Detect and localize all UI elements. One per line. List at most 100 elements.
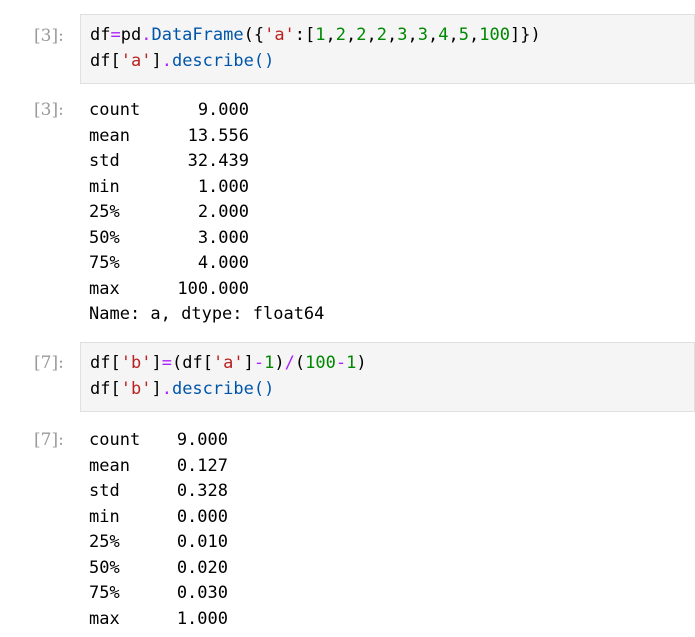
stat-label: mean bbox=[89, 455, 130, 476]
stat-row: 50% 3.000 bbox=[89, 226, 249, 252]
stat-row: 25% 0.010 bbox=[89, 530, 228, 556]
stat-row: min 0.000 bbox=[89, 505, 228, 531]
code-token: . bbox=[141, 25, 152, 45]
stat-row: mean 0.127 bbox=[89, 454, 228, 480]
code-token: ] bbox=[151, 353, 162, 373]
code-token: df bbox=[90, 379, 111, 399]
code-token: ({ bbox=[243, 25, 265, 45]
stat-row: min 1.000 bbox=[89, 175, 249, 201]
code-token: [ bbox=[110, 353, 121, 373]
code-token: . bbox=[161, 51, 172, 71]
code-input-area[interactable]: df=pd.DataFrame({'a':[1,2,2,2,3,3,4,5,10… bbox=[80, 14, 695, 84]
code-token: ] bbox=[151, 51, 162, 71]
code-token: df bbox=[90, 25, 111, 45]
stat-label: 25% bbox=[89, 532, 120, 552]
code-line: df['a'].describe() bbox=[90, 49, 274, 74]
code-token: - bbox=[253, 353, 265, 373]
code-token: () bbox=[253, 51, 275, 71]
code-token: 1 bbox=[315, 25, 326, 45]
code-token: 1 bbox=[346, 353, 357, 373]
stat-label: 50% bbox=[89, 557, 120, 578]
code-token: . bbox=[161, 379, 172, 399]
code-token: ] bbox=[243, 353, 254, 373]
stat-label: max bbox=[89, 278, 120, 299]
code-token: pd bbox=[120, 25, 142, 45]
stat-label: 50% bbox=[89, 227, 120, 248]
code-token: 1 bbox=[264, 353, 275, 373]
stat-value: 3.000 bbox=[197, 227, 249, 248]
code-token: , bbox=[325, 25, 336, 45]
code-token: = bbox=[110, 25, 121, 45]
stat-value: 1.000 bbox=[197, 176, 249, 197]
code-token: df bbox=[182, 353, 203, 373]
stat-label: mean bbox=[89, 125, 130, 146]
code-token: ( bbox=[294, 353, 306, 373]
stat-label: count bbox=[89, 100, 141, 120]
code-token: 3 bbox=[417, 25, 429, 45]
code-token: [ bbox=[202, 353, 213, 373]
stat-value: 0.020 bbox=[176, 557, 228, 578]
code-token: 'b' bbox=[120, 379, 152, 399]
code-line: df['b'].describe() bbox=[90, 377, 274, 402]
stat-row: std 32.439 bbox=[89, 149, 249, 175]
code-token: () bbox=[253, 379, 275, 399]
code-token: 2 bbox=[335, 25, 347, 45]
code-line: df['b']=(df['a']-1)/(100-1) bbox=[90, 351, 367, 376]
stat-label: std bbox=[89, 481, 120, 501]
code-token: , bbox=[428, 25, 439, 45]
code-token: describe bbox=[171, 379, 254, 399]
code-token: 2 bbox=[356, 25, 367, 45]
code-token: ] bbox=[151, 379, 162, 399]
code-token: , bbox=[407, 25, 418, 45]
code-token: ) bbox=[356, 353, 367, 373]
stat-row: mean 13.556 bbox=[89, 124, 249, 150]
stat-row: count 9.000 bbox=[89, 428, 228, 454]
stat-row: max 100.000 bbox=[89, 277, 249, 303]
stat-value: 9.000 bbox=[176, 430, 228, 450]
code-token: 100 bbox=[479, 25, 510, 45]
stat-row: max 1.000 bbox=[89, 607, 228, 633]
stat-value: 32.439 bbox=[187, 151, 249, 171]
output-prompt: [7]: bbox=[34, 430, 64, 450]
code-token: , bbox=[346, 25, 357, 45]
code-token: - bbox=[335, 353, 347, 373]
stat-value: 13.556 bbox=[187, 125, 249, 146]
code-token: 'b' bbox=[120, 353, 152, 373]
code-token: 'a' bbox=[120, 51, 152, 71]
stat-value: 0.000 bbox=[176, 506, 228, 527]
code-token: [ bbox=[110, 379, 121, 399]
code-token: DataFrame bbox=[151, 25, 244, 45]
code-token: :[ bbox=[294, 25, 316, 45]
stat-label: 25% bbox=[89, 202, 120, 222]
stat-value: 1.000 bbox=[176, 608, 228, 629]
code-token: 'a' bbox=[264, 25, 295, 45]
stat-row: 75% 0.030 bbox=[89, 581, 228, 607]
code-input-area[interactable]: df['b']=(df['a']-1)/(100-1) df['b'].desc… bbox=[80, 342, 695, 412]
code-token: , bbox=[387, 25, 398, 45]
stat-value: 0.030 bbox=[176, 583, 228, 603]
stat-value: 4.000 bbox=[197, 253, 249, 273]
stat-row: 75% 4.000 bbox=[89, 251, 249, 277]
stat-value: 9.000 bbox=[197, 100, 249, 120]
stat-label: max bbox=[89, 608, 120, 629]
stat-value: 0.010 bbox=[176, 532, 228, 552]
code-token: df bbox=[90, 51, 111, 71]
code-token: ) bbox=[274, 353, 285, 373]
code-token: describe bbox=[171, 51, 254, 71]
stat-label: std bbox=[89, 151, 120, 171]
code-token: df bbox=[90, 353, 111, 373]
code-token: 5 bbox=[458, 25, 470, 45]
stat-value: 0.127 bbox=[176, 455, 228, 476]
code-token: 3 bbox=[397, 25, 408, 45]
series-footer: Name: a, dtype: float64 bbox=[89, 304, 325, 324]
stat-label: min bbox=[89, 176, 120, 197]
stat-value: 100.000 bbox=[177, 278, 249, 299]
code-token: = bbox=[161, 353, 172, 373]
code-token: 'a' bbox=[212, 353, 244, 373]
code-token: [ bbox=[110, 51, 121, 71]
output-prompt: [3]: bbox=[34, 100, 64, 120]
code-token: , bbox=[448, 25, 459, 45]
stat-label: min bbox=[89, 506, 120, 527]
stat-row: count 9.000 bbox=[89, 98, 249, 124]
code-token: ( bbox=[171, 353, 183, 373]
